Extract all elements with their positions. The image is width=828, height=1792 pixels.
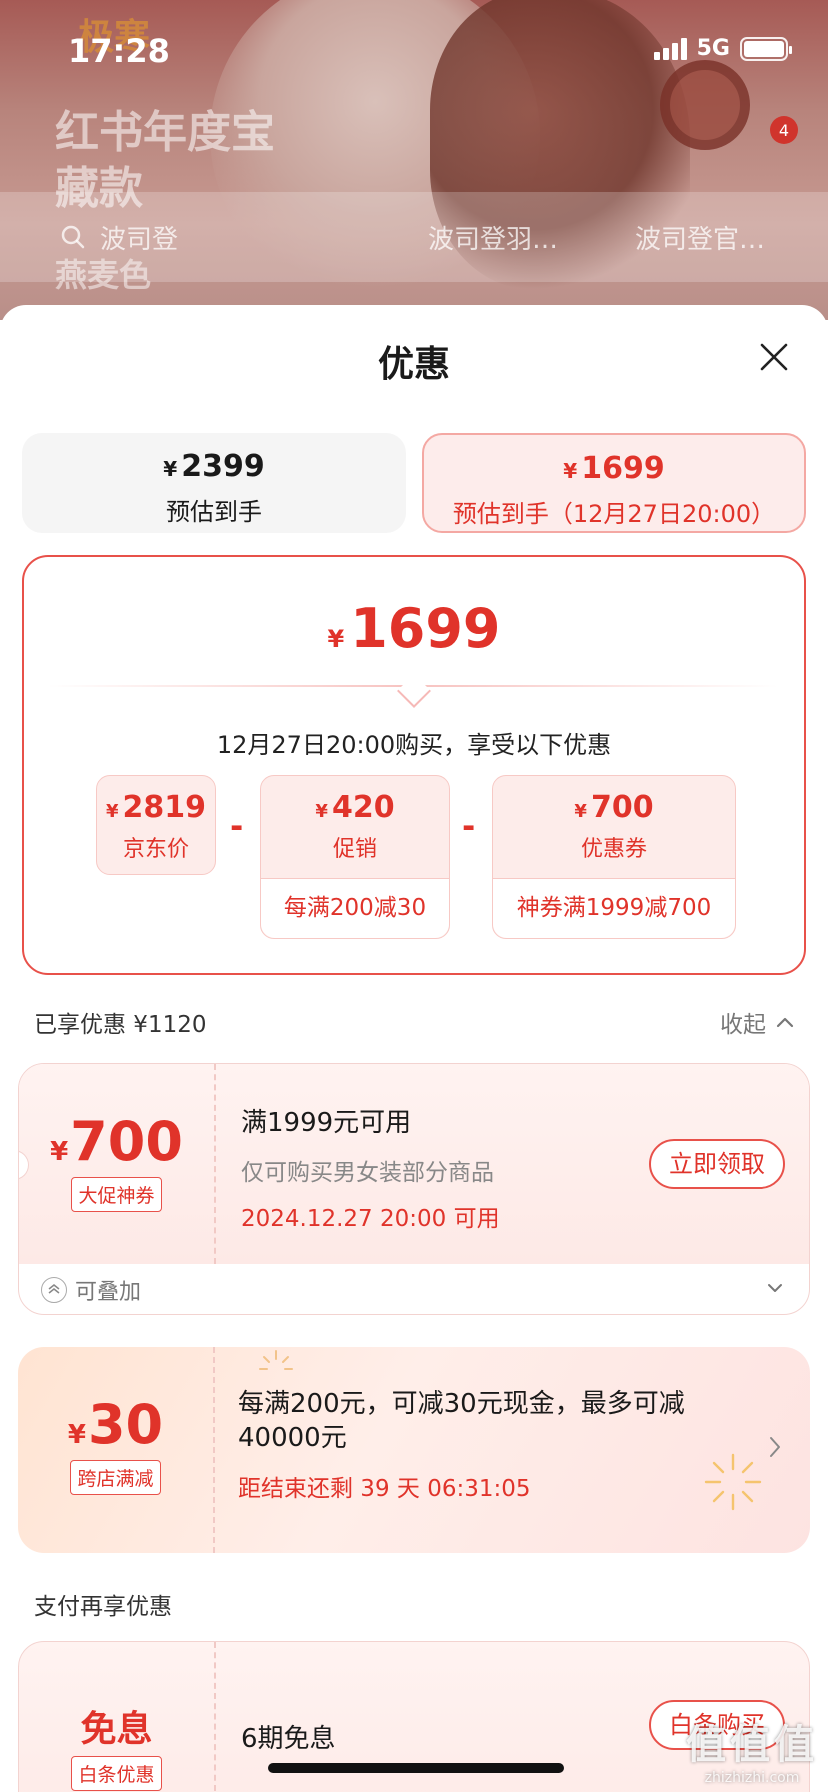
coupon-card-700: ¥700 大促神券 满1999元可用 仅可购买男女装部分商品 2024.12.2… xyxy=(18,1063,810,1315)
coupon-valid-time: 2024.12.27 20:00 可用 xyxy=(241,1206,500,1232)
breakdown-item-jd-price: ¥2819 京东价 xyxy=(96,775,216,875)
coupon-type-tag: 白条优惠 xyxy=(71,1756,162,1791)
price-breakdown-card: ¥1699 12月27日20:00购买，享受以下优惠 ¥2819 京东价 - ¥… xyxy=(22,555,806,975)
price-option-label: 预估到手 xyxy=(166,498,262,526)
breakdown-item-coupon: ¥700 优惠券 神券满1999减700 xyxy=(492,775,736,939)
coupon-amount: ¥30 xyxy=(67,1393,164,1456)
coupon-countdown: 距结束还剩 39 天 06:31:05 xyxy=(238,1476,531,1502)
coupon-amount: ¥700 xyxy=(50,1110,183,1173)
coupon-divider xyxy=(214,1642,216,1792)
coupon-condition: 每满200元，可减30元现金，最多可减40000元 xyxy=(238,1389,685,1453)
stack-icon xyxy=(41,1277,67,1303)
stackable-row[interactable]: 可叠加 xyxy=(19,1264,809,1314)
minus-sign: - xyxy=(230,807,244,845)
cart-badge[interactable]: 4 xyxy=(770,116,798,144)
claim-coupon-button[interactable]: 立即领取 xyxy=(649,1139,785,1189)
discount-sheet: 优惠 ¥2399 预估到手 ¥1699 预估到手（12月27日20:00） ¥1… xyxy=(0,305,828,1792)
search-suggestion-1[interactable]: 波司登 xyxy=(60,219,178,256)
status-time: 17:28 xyxy=(68,32,170,70)
divider-notch xyxy=(397,674,431,708)
search-suggestion-3[interactable]: 波司登官… xyxy=(635,219,765,256)
site-watermark: 值值值 zhizhizhi.com xyxy=(686,1712,818,1786)
sparkle-icon xyxy=(259,1350,293,1370)
network-type: 5G xyxy=(696,36,730,61)
coupon-condition: 满1999元可用 xyxy=(241,1108,412,1138)
final-price: ¥1699 xyxy=(327,597,501,660)
coupon-value-block: ¥700 大促神券 xyxy=(19,1064,214,1264)
battery-icon xyxy=(740,36,792,61)
price-option-value: ¥1699 xyxy=(563,451,665,486)
chevron-right-icon xyxy=(770,1437,780,1457)
watermark-url: zhizhizhi.com xyxy=(704,1770,800,1786)
breakdown-note: 12月27日20:00购买，享受以下优惠 xyxy=(216,731,612,759)
coupon-value-block: 免息 白条优惠 xyxy=(19,1642,214,1792)
watermark-brand: 值值值 xyxy=(686,1722,818,1768)
coupon-amount: 免息 xyxy=(80,1709,153,1750)
product-photo-logo-patch xyxy=(660,60,750,150)
coupon-type-tag: 大促神券 xyxy=(71,1177,162,1212)
minus-sign: - xyxy=(462,807,476,845)
chevron-up-icon xyxy=(776,1017,794,1028)
coupon-details: 满1999元可用 仅可购买男女装部分商品 2024.12.27 20:00 可用 xyxy=(241,1102,500,1233)
enjoyed-discount-label: 已享优惠 ¥1120 xyxy=(34,1012,207,1038)
search-suggestions-bar: 波司登 波司登羽… 波司登官… xyxy=(0,192,828,282)
search-suggestion-label: 波司登 xyxy=(100,224,179,255)
breakdown-item-promotion: ¥420 促销 每满200减30 xyxy=(260,775,450,939)
chevron-down-icon xyxy=(768,1284,782,1292)
payment-discount-section-title: 支付再享优惠 xyxy=(34,1594,172,1620)
price-option-scheduled[interactable]: ¥1699 预估到手（12月27日20:00） xyxy=(422,433,806,533)
price-option-value: ¥2399 xyxy=(163,449,265,484)
price-option-now[interactable]: ¥2399 预估到手 xyxy=(22,433,406,533)
close-icon xyxy=(760,343,788,371)
status-indicators: 5G xyxy=(653,36,792,61)
product-header-background: 极寒 红书年度宝藏款 燕麦色 17:28 5G 4 波司登 波司登羽… 波司登官… xyxy=(0,0,828,320)
coupon-divider xyxy=(214,1064,216,1264)
coupon-details: 每满200元，可减30元现金，最多可减40000元 距结束还剩 39 天 06:… xyxy=(238,1387,758,1503)
collapse-button[interactable]: 收起 xyxy=(720,1005,794,1039)
coupon-value-block: ¥30 跨店满减 xyxy=(18,1347,213,1553)
coupon-type-tag: 跨店满减 xyxy=(70,1460,161,1495)
sheet-title: 优惠 xyxy=(377,344,450,385)
search-icon xyxy=(60,224,86,250)
coupon-card-cross-store[interactable]: ¥30 跨店满减 每满200元，可减30元现金，最多可减40000元 距结束还剩… xyxy=(18,1347,810,1553)
stackable-label: 可叠加 xyxy=(75,1280,142,1305)
coupon-divider xyxy=(213,1347,215,1553)
home-indicator[interactable] xyxy=(268,1763,564,1773)
price-option-label: 预估到手（12月27日20:00） xyxy=(452,500,776,528)
coupon-scope: 仅可购买男女装部分商品 xyxy=(241,1160,494,1186)
close-button[interactable] xyxy=(758,341,790,373)
collapse-label: 收起 xyxy=(720,1012,766,1038)
signal-icon xyxy=(653,37,687,60)
search-suggestion-2[interactable]: 波司登羽… xyxy=(428,219,558,256)
coupon-condition: 6期免息 xyxy=(241,1724,336,1754)
